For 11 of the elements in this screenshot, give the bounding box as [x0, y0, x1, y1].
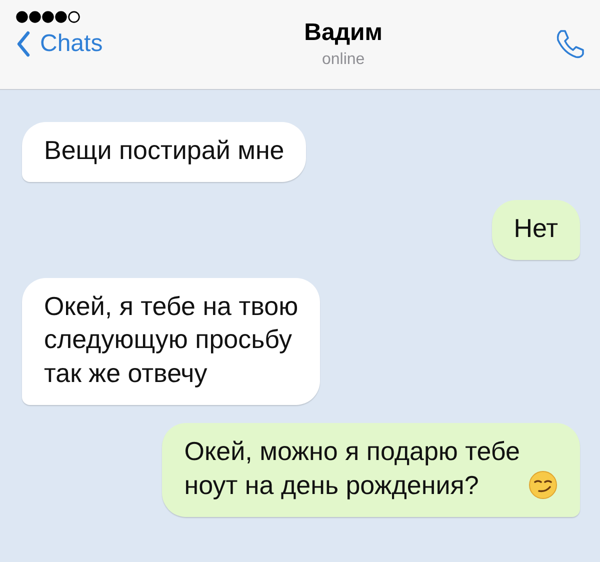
contact-name: Вадим	[304, 19, 383, 47]
message-text: Вещи постирай мне	[44, 134, 284, 167]
message-text: Окей, я тебе на твою следующую просьбу так же отвечу	[44, 290, 298, 390]
phone-icon[interactable]	[554, 28, 586, 60]
chevron-left-icon	[16, 31, 30, 57]
message-text: Нет	[514, 212, 558, 245]
signal-icon	[16, 11, 82, 23]
smiley-icon	[528, 470, 558, 500]
back-button[interactable]: Chats	[16, 30, 103, 58]
contact-status: online	[322, 51, 365, 69]
message-text: Окей, можно я подарю тебе ноут на день рождения?	[184, 434, 520, 502]
